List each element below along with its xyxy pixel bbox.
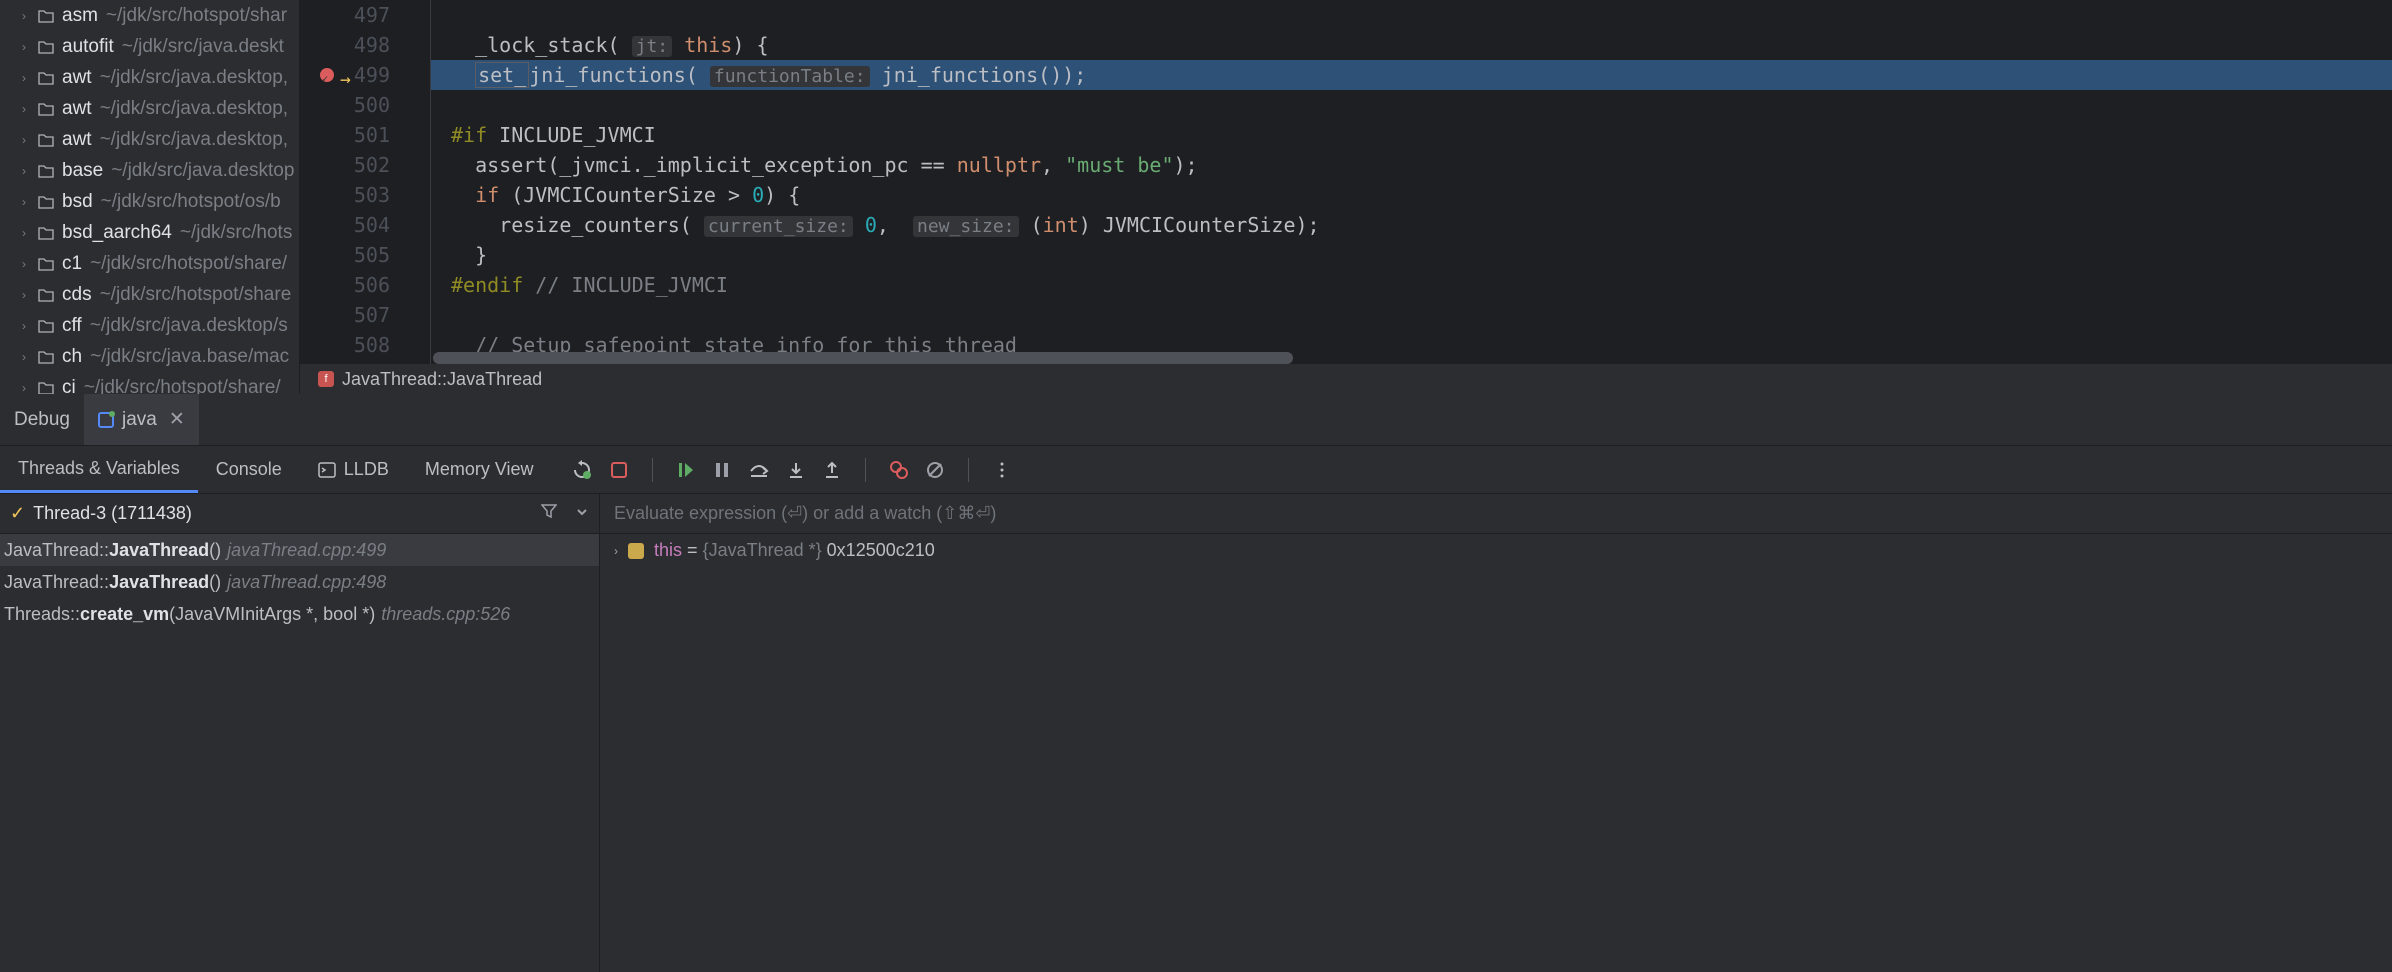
- chevron-right-icon: ›: [22, 9, 38, 23]
- chevron-right-icon[interactable]: ›: [614, 544, 618, 558]
- view-breakpoints-button[interactable]: [890, 461, 908, 479]
- folder-icon: [38, 257, 54, 271]
- project-tree: › asm ~/jdk/src/hotspot/shar› autofit ~/…: [0, 0, 300, 394]
- folder-icon: [38, 381, 54, 395]
- code-editor[interactable]: 497498→499500501502503504505506507508509…: [300, 0, 2392, 394]
- folder-icon: [38, 102, 54, 116]
- step-into-button[interactable]: [787, 461, 805, 479]
- chevron-right-icon: ›: [22, 350, 38, 364]
- tree-item[interactable]: › ci ~/jdk/src/hotspot/share/: [0, 372, 299, 394]
- tree-item[interactable]: › bsd ~/jdk/src/hotspot/os/b: [0, 186, 299, 217]
- code-line[interactable]: #if INCLUDE_JVMCI: [431, 120, 2392, 150]
- stack-frame[interactable]: JavaThread::JavaThread()javaThread.cpp:4…: [0, 534, 599, 566]
- code-line[interactable]: _lock_stack( jt: this) {: [431, 30, 2392, 60]
- code-line[interactable]: resize_counters( current_size: 0, new_si…: [431, 210, 2392, 240]
- tree-item[interactable]: › bsd_aarch64 ~/jdk/src/hots: [0, 217, 299, 248]
- step-out-button[interactable]: [823, 461, 841, 479]
- folder-icon: [38, 319, 54, 333]
- folder-icon: [38, 71, 54, 85]
- more-actions-button[interactable]: [993, 461, 1011, 479]
- frames-panel: ✓ Thread-3 (1711438) JavaThread::JavaThr…: [0, 494, 600, 972]
- pause-button[interactable]: [713, 461, 731, 479]
- tree-item[interactable]: › asm ~/jdk/src/hotspot/shar: [0, 0, 299, 31]
- code-line[interactable]: if (JVMCICounterSize > 0) {: [431, 180, 2392, 210]
- tool-window-tabs: Debug java ✕: [0, 394, 2392, 446]
- tree-item[interactable]: › ch ~/jdk/src/java.base/mac: [0, 341, 299, 372]
- terminal-icon: [318, 461, 336, 479]
- code-line[interactable]: set_jni_functions( functionTable: jni_fu…: [431, 60, 2392, 90]
- chevron-down-icon[interactable]: [575, 503, 589, 524]
- chevron-right-icon: ›: [22, 164, 38, 178]
- code-line[interactable]: [431, 0, 2392, 30]
- chevron-right-icon: ›: [22, 71, 38, 85]
- code-line[interactable]: [431, 300, 2392, 330]
- subtab-console[interactable]: Console: [198, 446, 300, 493]
- thread-selector[interactable]: ✓ Thread-3 (1711438): [0, 494, 599, 534]
- tree-item[interactable]: › c1 ~/jdk/src/hotspot/share/: [0, 248, 299, 279]
- tree-item[interactable]: › awt ~/jdk/src/java.desktop,: [0, 62, 299, 93]
- step-over-button[interactable]: [749, 461, 769, 479]
- subtab-threads-variables[interactable]: Threads & Variables: [0, 446, 198, 493]
- chevron-right-icon: ›: [22, 257, 38, 271]
- chevron-right-icon: ›: [22, 40, 38, 54]
- chevron-right-icon: ›: [22, 381, 38, 395]
- folder-icon: [38, 226, 54, 240]
- run-config-icon: [98, 412, 114, 428]
- rerun-button[interactable]: [572, 460, 592, 480]
- chevron-right-icon: ›: [22, 319, 38, 333]
- variables-panel: Evaluate expression (⏎) or add a watch (…: [600, 494, 2392, 972]
- tree-item[interactable]: › awt ~/jdk/src/java.desktop,: [0, 93, 299, 124]
- code-line[interactable]: assert(_jvmci._implicit_exception_pc == …: [431, 150, 2392, 180]
- mute-breakpoints-button[interactable]: [926, 461, 944, 479]
- stack-frame[interactable]: JavaThread::JavaThread()javaThread.cpp:4…: [0, 566, 599, 598]
- folder-icon: [38, 350, 54, 364]
- resume-button[interactable]: [677, 461, 695, 479]
- folder-icon: [38, 40, 54, 54]
- evaluate-expression-input[interactable]: Evaluate expression (⏎) or add a watch (…: [600, 494, 2392, 534]
- breakpoint-icon[interactable]: [320, 68, 334, 82]
- subtab-memory-view[interactable]: Memory View: [407, 446, 552, 493]
- stack-frame[interactable]: Threads::create_vm(JavaVMInitArgs *, boo…: [0, 598, 599, 630]
- chevron-right-icon: ›: [22, 133, 38, 147]
- tree-item[interactable]: › base ~/jdk/src/java.desktop: [0, 155, 299, 186]
- chevron-right-icon: ›: [22, 195, 38, 209]
- folder-icon: [38, 288, 54, 302]
- chevron-right-icon: ›: [22, 226, 38, 240]
- folder-icon: [38, 195, 54, 209]
- tab-debug[interactable]: Debug: [0, 394, 84, 445]
- horizontal-scrollbar[interactable]: [433, 352, 1293, 364]
- editor-gutter: 497498→499500501502503504505506507508509: [300, 0, 430, 390]
- subtab-lldb[interactable]: LLDB: [300, 446, 407, 493]
- filter-icon[interactable]: [541, 503, 557, 524]
- breadcrumb-label: JavaThread::JavaThread: [342, 369, 542, 390]
- variable-icon: [628, 543, 644, 559]
- tab-config-java[interactable]: java ✕: [84, 394, 199, 445]
- code-line[interactable]: [431, 90, 2392, 120]
- folder-icon: [38, 9, 54, 23]
- function-icon: f: [318, 371, 334, 387]
- tree-item[interactable]: › cff ~/jdk/src/java.desktop/s: [0, 310, 299, 341]
- folder-icon: [38, 164, 54, 178]
- tree-item[interactable]: › awt ~/jdk/src/java.desktop,: [0, 124, 299, 155]
- variable-row[interactable]: › this = {JavaThread *} 0x12500c210: [600, 534, 2392, 567]
- chevron-right-icon: ›: [22, 102, 38, 116]
- close-icon[interactable]: ✕: [169, 408, 185, 431]
- tree-item[interactable]: › cds ~/jdk/src/hotspot/share: [0, 279, 299, 310]
- breadcrumb[interactable]: f JavaThread::JavaThread: [300, 364, 2392, 394]
- debug-subtabs: Threads & Variables Console LLDB Memory …: [0, 446, 2392, 494]
- code-line[interactable]: }: [431, 240, 2392, 270]
- folder-icon: [38, 133, 54, 147]
- chevron-right-icon: ›: [22, 288, 38, 302]
- tree-item[interactable]: › autofit ~/jdk/src/java.deskt: [0, 31, 299, 62]
- code-line[interactable]: #endif // INCLUDE_JVMCI: [431, 270, 2392, 300]
- check-icon: ✓: [10, 503, 25, 524]
- stop-button[interactable]: [610, 461, 628, 479]
